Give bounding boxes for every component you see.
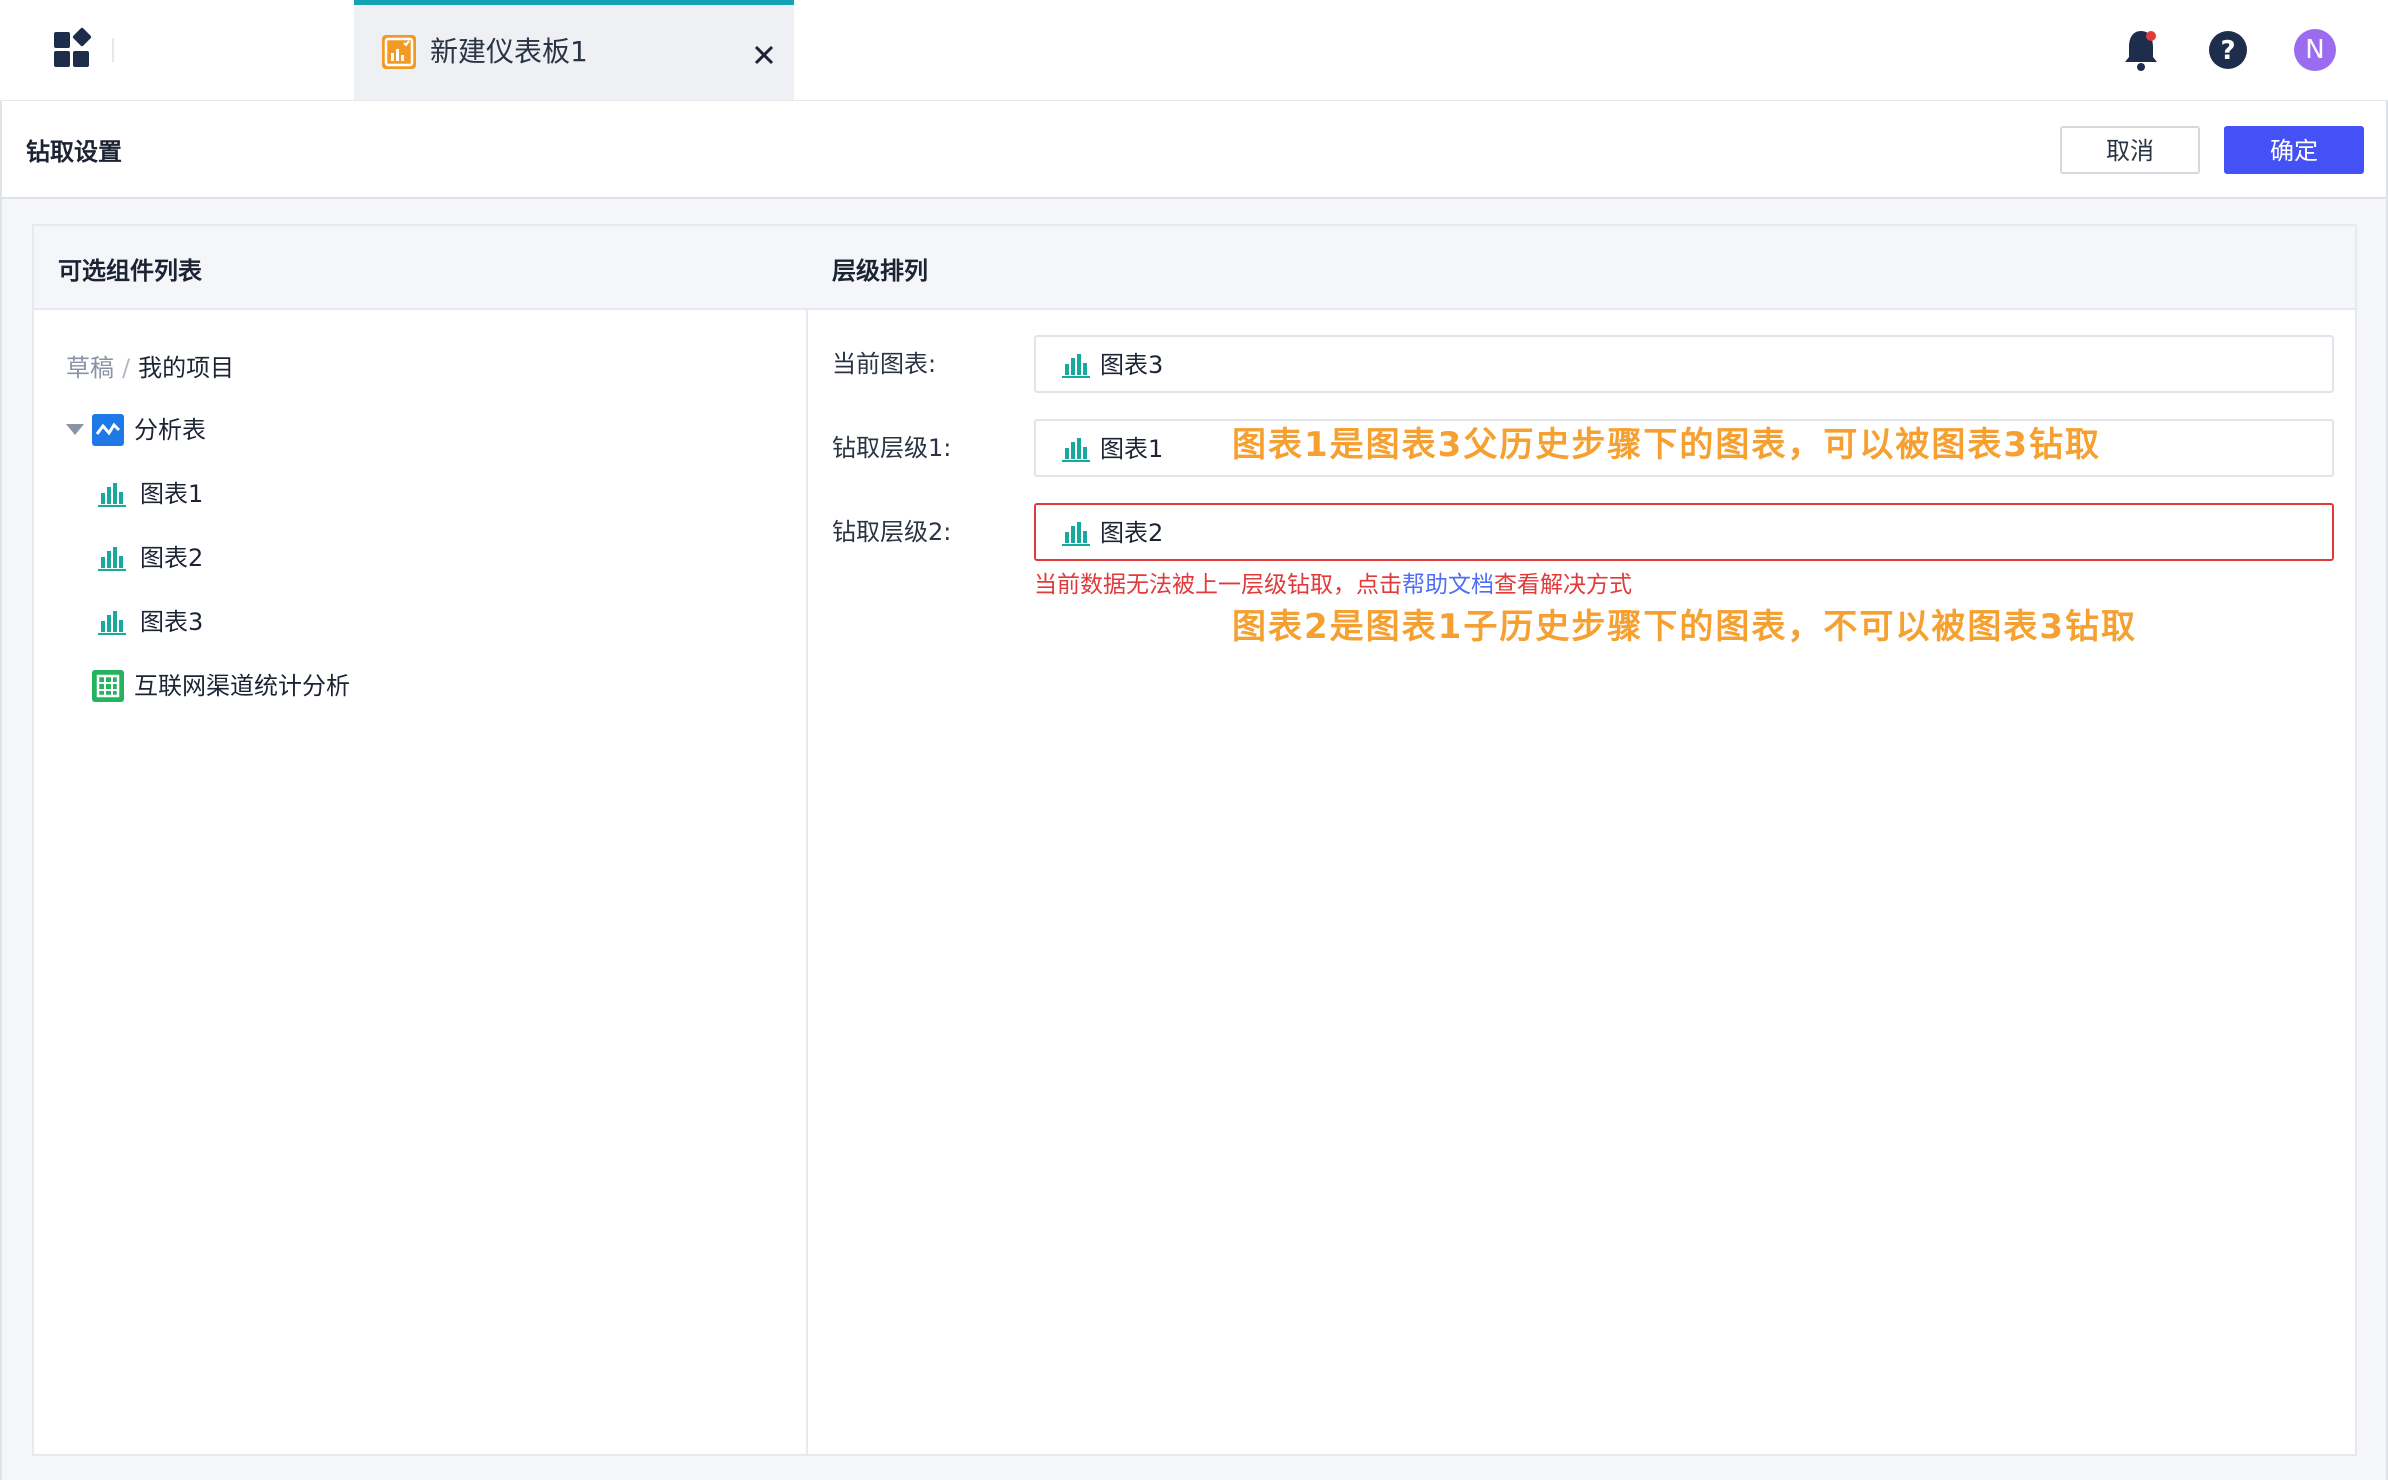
drill-level2-field[interactable]: 图表2 — [1034, 503, 2334, 561]
svg-text:?: ? — [2220, 36, 2235, 66]
page-title: 钻取设置 — [26, 138, 122, 166]
tree-item-label: 互联网渠道统计分析 — [134, 672, 350, 700]
hierarchy-title: 层级排列 — [832, 257, 928, 285]
tab-title: 新建仪表板1 — [430, 35, 588, 68]
drill-settings-header: 钻取设置 取消 确定 — [0, 101, 2388, 199]
confirm-button[interactable]: 确定 — [2224, 126, 2364, 174]
bar-chart-icon — [1062, 352, 1090, 378]
breadcrumb-separator: / — [122, 354, 131, 382]
component-list-title: 可选组件列表 — [58, 257, 202, 285]
avatar[interactable]: N — [2294, 29, 2336, 71]
tab-dashboard[interactable]: 新建仪表板1 — [354, 0, 794, 101]
tree-item-label: 分析表 — [134, 416, 206, 444]
tree-item-analysis-table[interactable]: 分析表 — [66, 410, 366, 450]
breadcrumb-current[interactable]: 我的项目 — [138, 354, 234, 382]
tree-item-chart1[interactable]: 图表1 — [98, 474, 298, 514]
tree-item-data-table[interactable]: 互联网渠道统计分析 — [92, 666, 492, 706]
top-bar: 新建仪表板1 ? N — [0, 0, 2388, 102]
error-text-suffix: 查看解决方式 — [1494, 572, 1632, 598]
drill-level1-value: 图表1 — [1100, 435, 1164, 463]
divider — [112, 38, 114, 62]
panel-header: 可选组件列表 层级排列 — [34, 226, 2355, 310]
tree-item-label: 图表1 — [140, 480, 204, 508]
dashboard-icon — [382, 35, 416, 69]
caret-down-icon[interactable] — [66, 424, 84, 435]
help-doc-link[interactable]: 帮助文档 — [1402, 572, 1494, 598]
error-text: 当前数据无法被上一层级钻取，点击 — [1034, 572, 1402, 598]
breadcrumb: 草稿 / 我的项目 — [66, 351, 234, 385]
app-grid-icon[interactable] — [52, 27, 92, 70]
bar-chart-icon — [98, 545, 126, 571]
current-chart-field[interactable]: 图表3 — [1034, 335, 2334, 393]
tree-item-chart2[interactable]: 图表2 — [98, 538, 298, 578]
current-chart-label: 当前图表: — [832, 350, 937, 378]
bell-icon[interactable] — [2118, 25, 2164, 75]
annotation-note-1: 图表1是图表3父历史步骤下的图表，可以被图表3钻取 — [1232, 425, 2101, 465]
bar-chart-icon — [1062, 436, 1090, 462]
breadcrumb-root[interactable]: 草稿 — [66, 354, 114, 382]
column-divider — [806, 310, 808, 1456]
bar-chart-icon — [98, 609, 126, 635]
bar-chart-icon — [98, 481, 126, 507]
cancel-button[interactable]: 取消 — [2060, 126, 2200, 174]
tree-item-chart3[interactable]: 图表3 — [98, 602, 298, 642]
analysis-table-icon — [92, 414, 124, 446]
drill-level1-label: 钻取层级1: — [832, 434, 952, 462]
tree-item-label: 图表2 — [140, 544, 204, 572]
drill-error-message: 当前数据无法被上一层级钻取，点击帮助文档查看解决方式 — [1034, 568, 1632, 602]
bar-chart-icon — [1062, 520, 1090, 546]
drill-level2-label: 钻取层级2: — [832, 518, 952, 546]
annotation-note-2: 图表2是图表1子历史步骤下的图表，不可以被图表3钻取 — [1232, 607, 2137, 647]
help-icon[interactable]: ? — [2203, 25, 2253, 75]
current-chart-value: 图表3 — [1100, 351, 1164, 379]
tree-item-label: 图表3 — [140, 608, 204, 636]
drill-level2-value: 图表2 — [1100, 519, 1164, 547]
table-icon — [92, 670, 124, 702]
close-icon[interactable] — [744, 35, 784, 75]
drill-panel: 可选组件列表 层级排列 草稿 / 我的项目 分析表 图表1 图表2 图表3 互联… — [32, 224, 2357, 1456]
